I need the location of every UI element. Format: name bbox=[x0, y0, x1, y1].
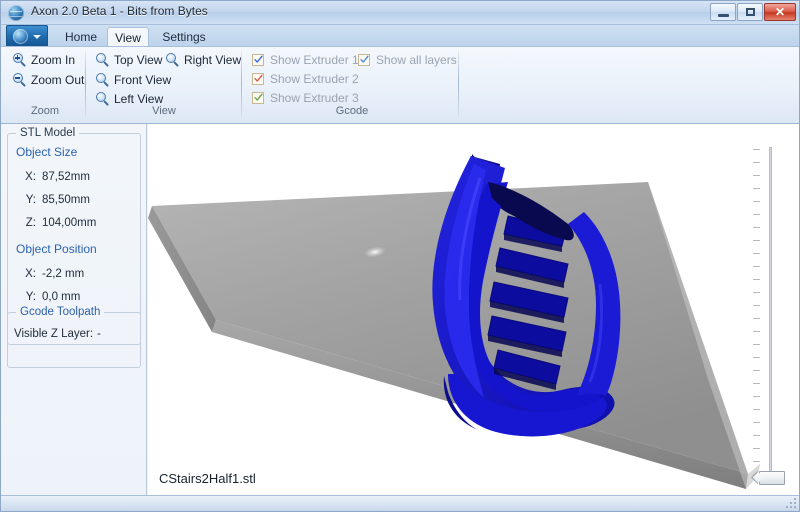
magnifier-minus-icon bbox=[13, 73, 27, 87]
object-size-z-value: 104,00mm bbox=[42, 217, 97, 229]
ribbon-tab-strip: Home View Settings bbox=[1, 25, 799, 47]
zoom-in-label: Zoom In bbox=[31, 53, 76, 67]
visible-z-layer-slider[interactable] bbox=[749, 135, 793, 493]
chevron-down-icon bbox=[33, 35, 41, 39]
ribbon-toolbar: Zoom In Zoom Out Zoom Top View Front Vie… bbox=[1, 46, 799, 124]
minimize-icon bbox=[718, 14, 729, 17]
minimize-button[interactable] bbox=[710, 3, 736, 21]
front-view-label: Front View bbox=[114, 73, 172, 87]
ribbon-group-label-zoom: Zoom bbox=[30, 105, 60, 117]
ribbon-group-label-view: View bbox=[152, 105, 176, 117]
close-icon: ✕ bbox=[774, 5, 786, 19]
slider-thumb[interactable] bbox=[759, 471, 785, 485]
checkbox-icon bbox=[252, 92, 264, 104]
window-title: Axon 2.0 Beta 1 - Bits from Bytes bbox=[31, 4, 208, 18]
checkbox-label: Show all layers bbox=[376, 53, 457, 67]
object-position-y-key: Y: bbox=[25, 291, 36, 303]
object-position-heading: Object Position bbox=[16, 242, 97, 256]
object-position-x-key: X: bbox=[25, 268, 36, 280]
gcode-toolpath-group: Gcode Toolpath Visible Z Layer: - bbox=[7, 306, 141, 368]
visible-z-layer-key: Visible Z Layer: bbox=[14, 328, 94, 340]
left-sidebar: STL Model Object Size X: 87,52mm Y: 85,5… bbox=[1, 124, 147, 496]
magnifier-icon bbox=[166, 53, 180, 67]
object-size-x-value: 87,52mm bbox=[42, 171, 90, 183]
checkmark-icon bbox=[254, 74, 263, 82]
visible-z-layer-value: - bbox=[97, 328, 101, 340]
magnifier-icon bbox=[96, 53, 110, 67]
object-size-x-key: X: bbox=[25, 171, 36, 183]
object-size-heading: Object Size bbox=[16, 145, 78, 159]
object-position-x-value: -2,2 mm bbox=[42, 268, 85, 280]
checkbox-label: Show Extruder 2 bbox=[270, 72, 359, 86]
tab-home[interactable]: Home bbox=[57, 27, 105, 47]
model-render bbox=[148, 154, 760, 489]
resize-grip-icon[interactable] bbox=[786, 498, 798, 509]
maximize-button[interactable] bbox=[737, 3, 763, 21]
right-view-label: Right View bbox=[184, 53, 242, 67]
gcode-toolpath-group-title: Gcode Toolpath bbox=[16, 306, 105, 318]
application-window: Axon 2.0 Beta 1 - Bits from Bytes ✕ Home… bbox=[0, 0, 800, 512]
magnifier-icon bbox=[96, 73, 110, 87]
object-size-y-key: Y: bbox=[25, 194, 36, 206]
checkmark-icon bbox=[254, 55, 263, 63]
tab-settings[interactable]: Settings bbox=[153, 27, 215, 47]
checkbox-icon bbox=[358, 54, 370, 66]
object-size-z-key: Z: bbox=[25, 217, 36, 229]
app-globe-icon bbox=[8, 5, 24, 21]
model-viewport[interactable]: CStairs2Half1.stl bbox=[148, 124, 799, 496]
application-menu-orb[interactable] bbox=[6, 25, 48, 47]
object-size-y-value: 85,50mm bbox=[42, 194, 90, 206]
magnifier-plus-icon bbox=[13, 53, 27, 67]
model-filename-label: CStairs2Half1.stl bbox=[159, 471, 256, 486]
tab-view[interactable]: View bbox=[107, 27, 149, 47]
status-bar bbox=[1, 495, 799, 511]
slider-track[interactable] bbox=[769, 147, 772, 477]
checkmark-icon bbox=[360, 55, 369, 63]
top-view-label: Top View bbox=[114, 53, 163, 67]
ribbon-separator bbox=[85, 50, 86, 118]
checkbox-icon bbox=[252, 54, 264, 66]
checkbox-icon bbox=[252, 73, 264, 85]
ribbon-separator bbox=[458, 50, 459, 118]
maximize-icon bbox=[746, 8, 755, 16]
title-bar: Axon 2.0 Beta 1 - Bits from Bytes ✕ bbox=[1, 1, 799, 25]
checkbox-label: Show Extruder 1 bbox=[270, 53, 359, 67]
zoom-out-label: Zoom Out bbox=[31, 73, 85, 87]
checkmark-icon bbox=[254, 93, 263, 101]
magnifier-icon bbox=[96, 92, 110, 106]
stl-model-group-title: STL Model bbox=[16, 127, 80, 139]
close-button[interactable]: ✕ bbox=[764, 3, 796, 21]
globe-icon bbox=[13, 29, 28, 44]
ribbon-group-label-gcode: Gcode bbox=[335, 105, 369, 117]
ribbon-separator bbox=[241, 50, 242, 118]
object-position-y-value: 0,0 mm bbox=[42, 291, 81, 303]
